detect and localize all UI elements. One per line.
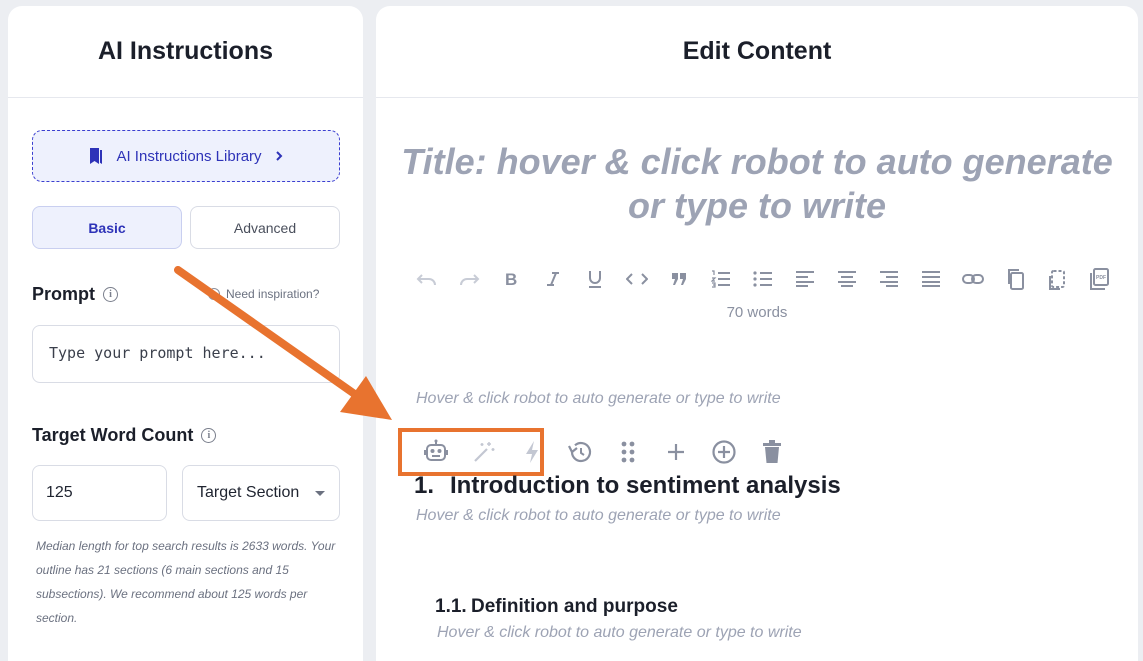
tab-advanced[interactable]: Advanced <box>190 206 340 249</box>
align-center-icon[interactable] <box>826 264 868 294</box>
svg-text:B: B <box>505 271 517 287</box>
chevron-right-icon <box>274 150 284 162</box>
section-1-number: 1. <box>414 472 435 499</box>
ai-tools-highlight-box <box>398 428 544 476</box>
ordered-list-icon[interactable] <box>700 264 742 294</box>
section-1-heading[interactable]: 1. Introduction to sentiment analysis <box>414 472 841 500</box>
word-count-display: 70 words <box>726 304 788 321</box>
ai-instructions-library-button[interactable]: AI Instructions Library <box>32 130 340 182</box>
editor-toolbar: B PDF <box>406 264 1120 294</box>
pdf-icon[interactable]: PDF <box>1078 264 1120 294</box>
align-left-icon[interactable] <box>784 264 826 294</box>
need-inspiration-label: Need inspiration? <box>226 287 320 301</box>
trash-icon[interactable] <box>748 434 796 470</box>
section-1-1-title: Definition and purpose <box>471 596 678 617</box>
prompt-label: Prompt <box>32 284 95 304</box>
copy-icon[interactable] <box>994 264 1036 294</box>
section-1-1-heading[interactable]: 1.1. Definition and purpose <box>435 596 678 618</box>
link-icon[interactable] <box>952 264 994 294</box>
title-placeholder-line2[interactable]: or type to write <box>376 184 1138 228</box>
bullet-list-icon[interactable] <box>742 264 784 294</box>
word-count-label-row: Target Word Count i <box>32 425 217 446</box>
info-icon[interactable]: i <box>201 428 217 443</box>
align-right-icon[interactable] <box>868 264 910 294</box>
target-section-select[interactable]: Target Section <box>182 465 340 521</box>
ai-instructions-panel: AI Instructions AI Instructions Library … <box>8 6 363 661</box>
need-inspiration-link[interactable]: Need inspiration? <box>208 287 319 301</box>
quote-icon[interactable] <box>658 264 700 294</box>
code-icon[interactable] <box>616 264 658 294</box>
edit-content-title: Edit Content <box>376 6 1138 98</box>
section-1-placeholder[interactable]: Hover & click robot to auto generate or … <box>416 507 781 525</box>
plus-icon[interactable] <box>652 434 700 470</box>
word-count-label: Target Word Count <box>32 425 194 445</box>
redo-icon[interactable] <box>448 264 490 294</box>
edit-content-panel: Edit Content Title: hover & click robot … <box>376 6 1138 661</box>
undo-icon[interactable] <box>406 264 448 294</box>
tab-basic[interactable]: Basic <box>32 206 182 249</box>
add-circle-icon[interactable] <box>700 434 748 470</box>
bookmark-icon <box>88 147 104 165</box>
info-icon[interactable]: i <box>103 287 118 302</box>
lightbulb-icon <box>208 288 220 300</box>
drag-handle-icon[interactable] <box>604 434 652 470</box>
target-section-label: Target Section <box>197 484 300 501</box>
section-1-1-placeholder[interactable]: Hover & click robot to auto generate or … <box>437 624 802 642</box>
word-count-hint: Median length for top search results is … <box>36 539 336 625</box>
title-placeholder-line1[interactable]: Title: hover & click robot to auto gener… <box>376 140 1138 184</box>
italic-icon[interactable] <box>532 264 574 294</box>
section-1-title: Introduction to sentiment analysis <box>450 472 841 499</box>
underline-icon[interactable] <box>574 264 616 294</box>
ai-instructions-title: AI Instructions <box>8 6 363 98</box>
prompt-input[interactable]: Type your prompt here... <box>32 325 340 383</box>
word-count-input[interactable]: 125 <box>32 465 167 521</box>
copy-section-icon[interactable] <box>1036 264 1078 294</box>
section-1-1-number: 1.1. <box>435 596 467 617</box>
align-justify-icon[interactable] <box>910 264 952 294</box>
library-label: AI Instructions Library <box>116 147 262 165</box>
history-icon[interactable] <box>556 434 604 470</box>
intro-placeholder[interactable]: Hover & click robot to auto generate or … <box>416 390 781 408</box>
chevron-down-icon <box>315 490 325 496</box>
svg-text:PDF: PDF <box>1096 275 1106 281</box>
mode-tabs: Basic Advanced <box>32 206 340 249</box>
bold-icon[interactable]: B <box>490 264 532 294</box>
prompt-label-row: Prompt i <box>32 284 118 305</box>
